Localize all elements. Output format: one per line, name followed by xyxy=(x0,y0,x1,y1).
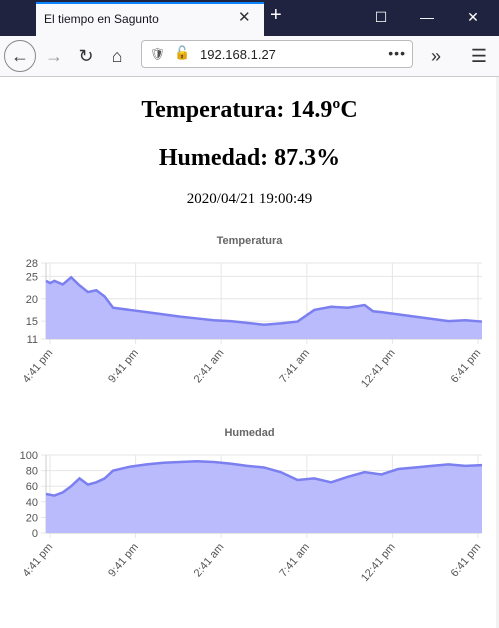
timestamp: 2020/04/21 19:00:49 xyxy=(186,191,313,207)
hum-x-tick-label: 4:41 pm xyxy=(21,541,56,579)
temp-x-tick-label: 12:41 pm xyxy=(359,347,398,389)
minimize-spacer xyxy=(404,4,450,30)
humidity-chart: 0 20 40 60 80 100 4:41 pm 9:41 pm 2:41 am 7:41 am… xyxy=(20,450,484,584)
page-content: Temperatura: 14.9ºC Humedad: 87.3% 2020/… xyxy=(0,77,499,628)
temp-x-tick-label: 2:41 am xyxy=(192,347,227,385)
hum-y-tick-label: 20 xyxy=(26,512,38,524)
temperature-heading: Temperatura: 14.9ºC xyxy=(141,97,358,123)
temp-x-tick-label: 6:41 pm xyxy=(449,347,484,385)
browser-title-bar: El tiempo en Sagunto ✕ + — ✕ xyxy=(0,0,499,36)
hum-y-tick-label: 100 xyxy=(20,450,38,462)
temp-area-fill xyxy=(46,277,482,339)
new-tab-button[interactable]: + xyxy=(270,4,282,27)
back-arrow-icon[interactable]: ← xyxy=(4,40,36,72)
temp-y-tick-label: 20 xyxy=(26,294,38,306)
temp-y-tick-label: 28 xyxy=(26,258,38,270)
hum-x-tick-label: 6:41 pm xyxy=(449,541,484,579)
temp-x-tick-label: 7:41 am xyxy=(277,347,312,385)
hum-x-tick-label: 2:41 am xyxy=(192,541,227,579)
insecure-lock-icon[interactable]: 🔓 xyxy=(174,45,190,61)
hum-y-tick-label: 60 xyxy=(26,481,38,493)
hum-x-tick-label: 12:41 pm xyxy=(359,541,398,584)
navigation-toolbar: ← → ↻ ⌂ 🛡 🔓 192.168.1.27 ••• » ☰ xyxy=(0,36,499,77)
temp-x-tick-label: 4:41 pm xyxy=(21,347,56,385)
hum-x-tick-label: 7:41 am xyxy=(277,541,312,579)
hum-y-tick-label: 80 xyxy=(26,466,38,478)
humidity-chart-title: Humedad xyxy=(224,427,275,439)
hum-x-tick-label: 9:41 pm xyxy=(106,541,141,579)
overflow-button[interactable]: » xyxy=(422,42,450,70)
temperature-chart-title: Temperatura xyxy=(216,235,283,247)
hum-y-tick-label: 40 xyxy=(26,497,38,509)
shield-icon[interactable]: 🛡 xyxy=(150,47,165,61)
hum-y-tick-label: 0 xyxy=(32,528,38,540)
home-icon[interactable]: ⌂ xyxy=(103,42,131,70)
temp-y-tick-label: 11 xyxy=(27,334,38,346)
tab-title: El tiempo en Sagunto xyxy=(44,12,159,26)
reload-icon[interactable]: ↻ xyxy=(72,42,100,70)
close-window-icon[interactable]: ✕ xyxy=(450,4,496,30)
browser-tab[interactable]: El tiempo en Sagunto ✕ xyxy=(36,2,264,36)
page-actions-button[interactable]: ••• xyxy=(388,45,406,61)
close-tab-icon[interactable]: ✕ xyxy=(238,8,251,26)
maximize-icon[interactable]: ☐ xyxy=(358,4,404,30)
temperature-chart: 11 15 20 2528 4:41 pm 9:41 pm 2:41 am 7:41 am 12… xyxy=(21,258,484,389)
temp-y-tick-label: 15 xyxy=(26,316,38,328)
temp-y-tick-label: 25 xyxy=(26,271,38,283)
humidity-heading: Humedad: 87.3% xyxy=(158,145,341,171)
temp-x-tick-label: 9:41 pm xyxy=(106,347,141,385)
url-text[interactable]: 192.168.1.27 xyxy=(200,47,276,62)
hamburger-menu-icon[interactable]: ☰ xyxy=(465,42,493,70)
forward-arrow-icon[interactable]: → xyxy=(40,42,68,70)
address-bar[interactable]: 🛡 🔓 192.168.1.27 ••• xyxy=(141,40,413,68)
